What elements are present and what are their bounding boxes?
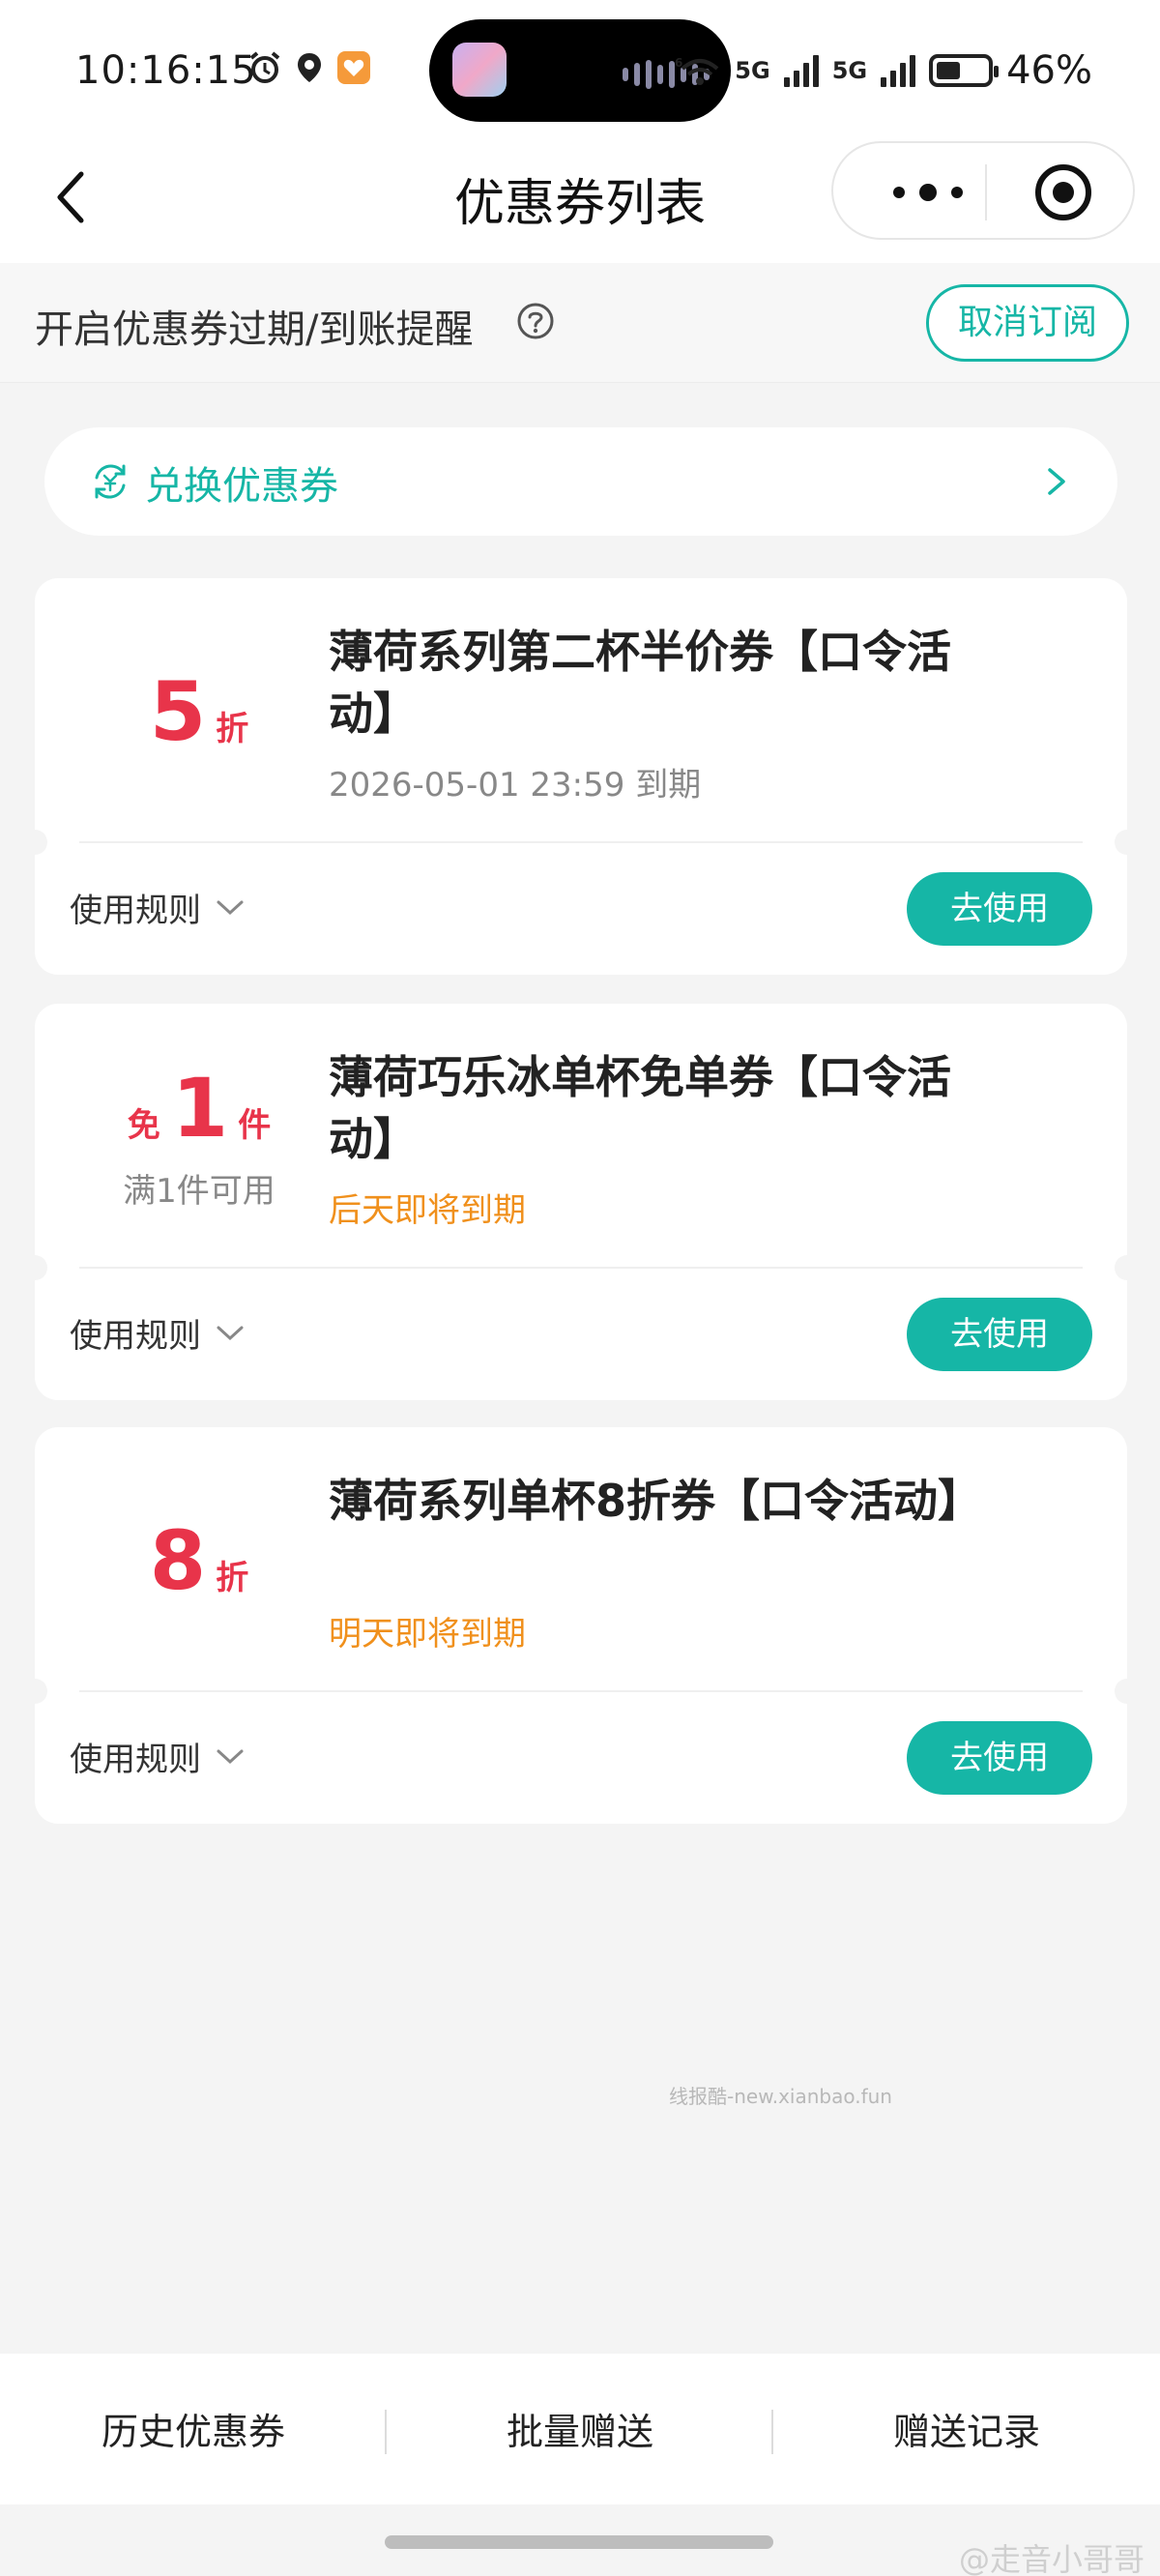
help-icon[interactable]: [516, 302, 555, 340]
coupon-value-prefix: 免: [127, 1106, 160, 1145]
location-icon: [298, 53, 321, 82]
coupon-value-number: 8: [149, 1513, 207, 1608]
unsubscribe-button[interactable]: 取消订阅: [926, 284, 1129, 362]
usage-rules-toggle[interactable]: 使用规则: [70, 1733, 246, 1780]
history-coupons-button[interactable]: 历史优惠券: [0, 2402, 387, 2455]
chevron-down-icon: [217, 900, 244, 915]
coupon-value-block: 8折: [54, 1520, 344, 1601]
coupon-value: 5折: [54, 671, 344, 752]
coupon-value-block: 免1件 满1件可用: [54, 1068, 344, 1212]
exchange-icon: [95, 464, 126, 499]
battery-percent: 46%: [1006, 48, 1092, 93]
bottom-action-bar: 历史优惠券 批量赠送 赠送记录: [0, 2354, 1160, 2504]
coupon-divider: [79, 841, 1083, 843]
status-time: 10:16:15: [75, 48, 257, 93]
status-icons-left: [247, 50, 371, 85]
wifi-icon: 6: [675, 56, 719, 85]
coupon-value-number: 5: [149, 664, 207, 759]
mini-program-capsule: [831, 141, 1135, 240]
subscription-text: 开启优惠券过期/到账提醒: [35, 307, 474, 352]
usage-rules-label: 使用规则: [70, 1741, 201, 1779]
usage-rules-label: 使用规则: [70, 1317, 201, 1356]
signal-label-2: 5G: [831, 57, 868, 84]
media-thumbnail: [452, 43, 507, 97]
coupon-title: 薄荷系列第二杯半价券【口令活动】: [329, 626, 951, 740]
coupon-title: 薄荷系列单杯8折券【口令活动】: [329, 1475, 983, 1527]
cellular-signal-icon: [881, 54, 916, 87]
coupon-card: 免1件 满1件可用 薄荷巧乐冰单杯免单券【口令活动】 后天即将到期 使用规则 去…: [22, 1004, 1140, 1400]
app-notification-icon: [337, 51, 370, 84]
navigation-bar: 优惠券列表: [0, 135, 1160, 263]
status-bar: 10:16:15 6 5G 5G 46%: [0, 0, 1160, 135]
weibo-watermark: @走音小哥哥: [958, 2541, 1145, 2576]
chevron-down-icon: [217, 1326, 244, 1340]
use-coupon-button[interactable]: 去使用: [907, 1721, 1092, 1795]
coupon-expiry: 明天即将到期: [329, 1615, 526, 1654]
usage-rules-toggle[interactable]: 使用规则: [70, 1309, 246, 1357]
chevron-down-icon: [217, 1749, 244, 1764]
usage-rules-toggle[interactable]: 使用规则: [70, 884, 246, 931]
coupon-divider: [79, 1690, 1083, 1692]
gift-records-button[interactable]: 赠送记录: [773, 2402, 1160, 2455]
coupon-value-unit: 件: [238, 1106, 272, 1145]
coupon-condition: 满1件可用: [123, 1172, 276, 1211]
subscription-bar: 开启优惠券过期/到账提醒 取消订阅: [0, 263, 1160, 383]
coupon-card: 8折 薄荷系列单杯8折券【口令活动】 明天即将到期 使用规则 去使用: [22, 1427, 1140, 1824]
coupon-title: 薄荷巧乐冰单杯免单券【口令活动】: [329, 1051, 951, 1165]
redeem-label: 兑换优惠券: [145, 464, 338, 509]
more-icon[interactable]: [880, 170, 976, 215]
cellular-signal-icon: [783, 54, 819, 87]
watermark-text: 线报酷-new.xianbao.fun: [669, 2085, 892, 2108]
redeem-coupon-row[interactable]: 兑换优惠券: [44, 427, 1117, 536]
home-indicator[interactable]: [385, 2535, 773, 2549]
coupon-expiry: 2026-05-01 23:59 到期: [329, 766, 702, 805]
coupon-expiry: 后天即将到期: [329, 1191, 526, 1230]
close-mini-program-icon[interactable]: [1032, 161, 1094, 223]
batch-gift-button[interactable]: 批量赠送: [387, 2402, 773, 2455]
coupon-value-number: 1: [171, 1061, 229, 1156]
coupon-value: 免1件: [54, 1068, 344, 1149]
capsule-divider: [985, 164, 987, 220]
coupon-value-block: 5折: [54, 671, 344, 752]
coupon-value-unit: 折: [216, 710, 249, 748]
page: 10:16:15 6 5G 5G 46% 优惠券列表 开启优惠券过期/到账提醒 …: [0, 0, 1160, 2576]
battery-icon: [929, 54, 1000, 87]
alarm-icon: [249, 51, 280, 83]
coupon-divider: [79, 1267, 1083, 1269]
status-icons-right: 6 5G 5G 46%: [675, 48, 1092, 93]
coupon-value: 8折: [54, 1520, 344, 1601]
coupon-card: 5折 薄荷系列第二杯半价券【口令活动】 2026-05-01 23:59 到期 …: [22, 578, 1140, 975]
usage-rules-label: 使用规则: [70, 892, 201, 930]
coupon-value-unit: 折: [216, 1559, 249, 1597]
use-coupon-button[interactable]: 去使用: [907, 872, 1092, 946]
use-coupon-button[interactable]: 去使用: [907, 1298, 1092, 1371]
signal-label-1: 5G: [735, 57, 770, 84]
chevron-right-icon: [1048, 468, 1065, 495]
